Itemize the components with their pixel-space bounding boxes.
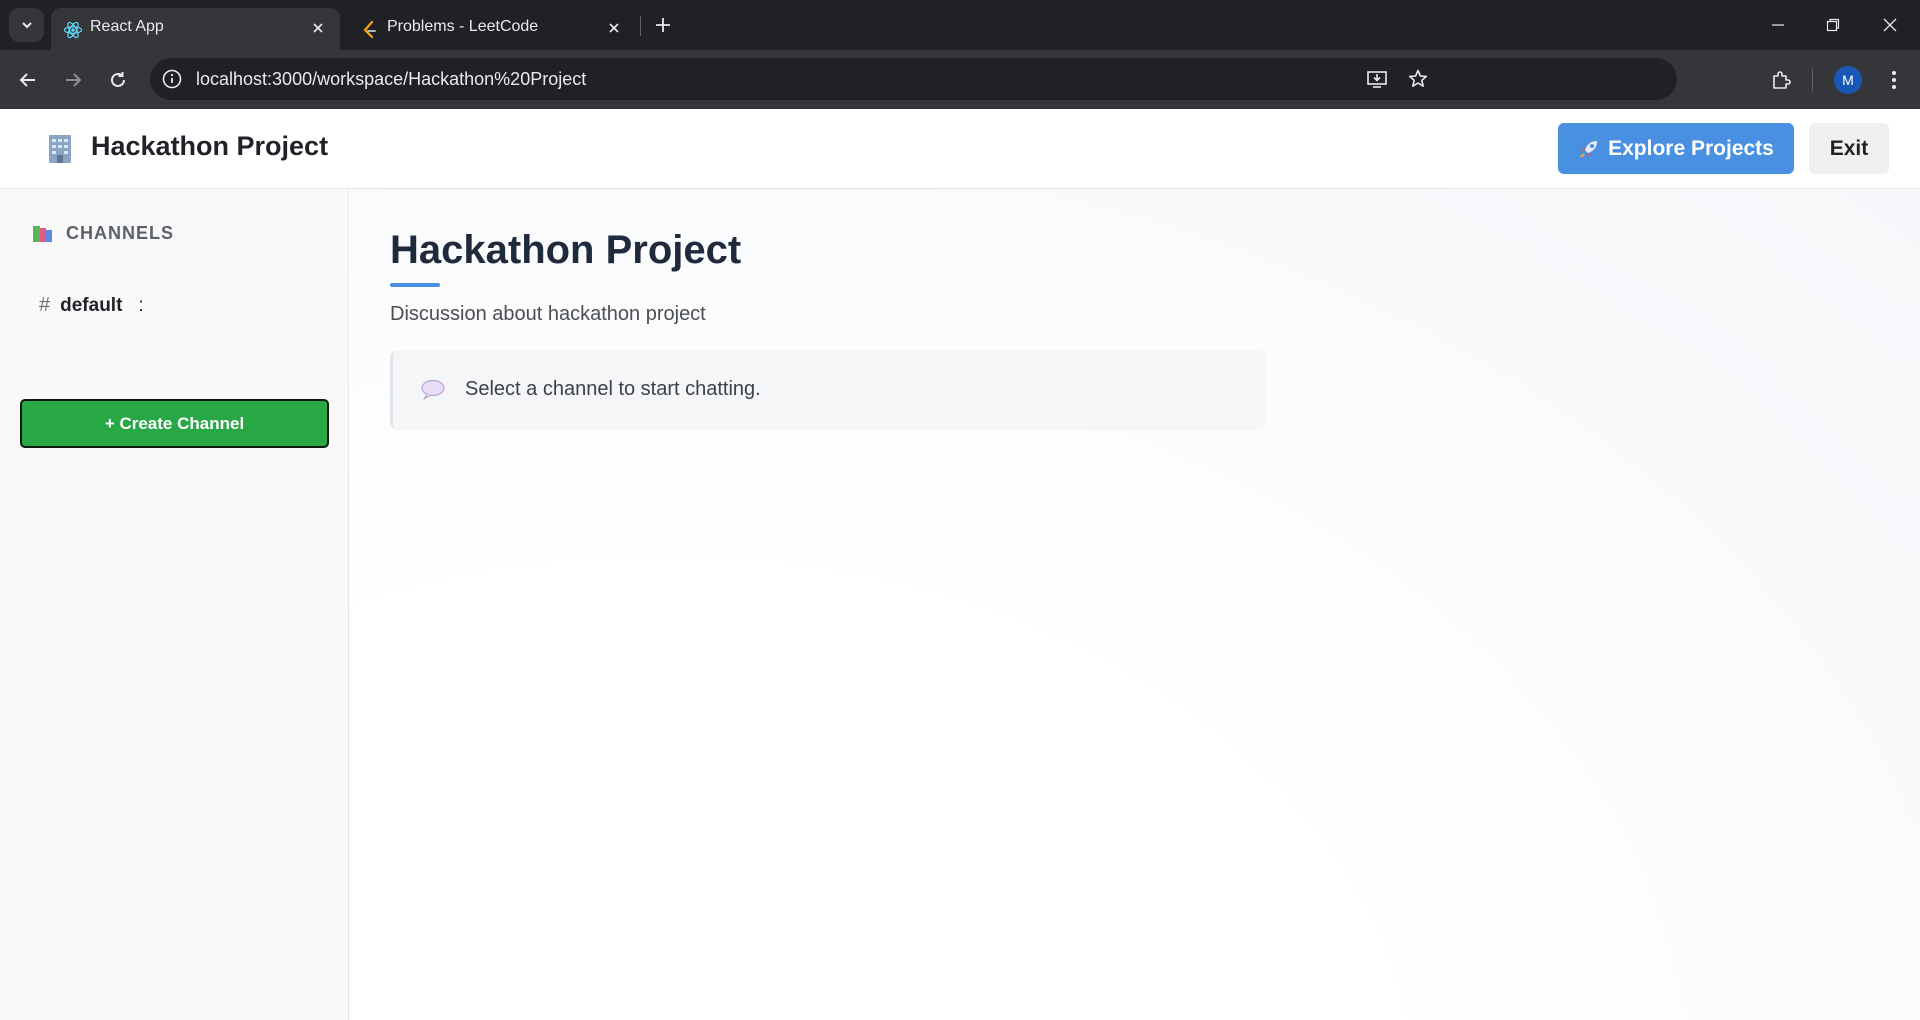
url-text[interactable]: localhost:3000/workspace/Hackathon%20Pro… [196,69,586,90]
main-content: Hackathon Project Discussion about hacka… [350,190,1920,1020]
empty-state-card: Select a channel to start chatting. [390,350,1266,430]
minimize-button[interactable] [1758,8,1798,42]
install-app-icon[interactable] [1365,67,1389,91]
channel-name: default [60,294,123,316]
plus-icon [656,18,670,32]
back-button[interactable] [13,65,43,95]
browser-tab-react-app[interactable]: React App [51,8,340,50]
browser-tab-leetcode[interactable]: Problems - LeetCode [348,8,636,50]
workspace-description: Discussion about hackathon project [390,303,706,325]
app-header: Hackathon Project Explore Projects Exit [0,109,1920,189]
channels-header: CHANNELS [32,223,174,244]
arrow-right-icon [66,73,82,87]
close-window-button[interactable] [1870,8,1910,42]
extensions-icon[interactable] [1767,66,1795,94]
books-icon [33,225,52,242]
restore-button[interactable] [1813,8,1853,42]
rocket-icon [1580,140,1598,158]
tab-separator [640,16,641,36]
channel-options[interactable]: : [138,295,143,317]
channel-item[interactable]: # default : [39,294,144,317]
chevron-down-icon [21,22,32,29]
profile-avatar[interactable]: M [1834,66,1862,94]
tab-search-button[interactable] [9,8,44,42]
forward-button[interactable] [58,65,88,95]
title-underline [390,283,440,287]
reload-button[interactable] [103,65,133,95]
arrow-left-icon [19,73,35,87]
leetcode-icon [363,20,376,39]
office-building-icon [49,135,71,163]
tab-title: React App [90,18,164,35]
create-channel-button[interactable]: + Create Channel [20,399,329,448]
close-icon[interactable] [306,16,330,40]
browser-tabstrip: React App Problems - LeetCode [0,0,1920,50]
browser-toolbar: localhost:3000/workspace/Hackathon%20Pro… [0,50,1920,109]
hash-icon: # [39,294,51,316]
empty-state-message: Select a channel to start chatting. [465,378,761,400]
explore-projects-label: Explore Projects [1608,136,1774,160]
explore-projects-button[interactable]: Explore Projects [1558,123,1794,174]
star-icon[interactable] [1406,67,1430,91]
toolbar-separator [1812,69,1813,91]
react-icon [63,21,83,39]
new-tab-button[interactable] [650,12,676,38]
more-menu-icon[interactable] [1880,66,1908,94]
minimize-icon [1772,24,1784,26]
info-icon[interactable] [161,68,183,90]
channels-sidebar: CHANNELS # default : + Create Channel [0,190,349,1020]
reload-icon [111,72,125,87]
close-icon[interactable] [602,16,626,40]
brand-title: Hackathon Project [91,131,329,161]
tab-title: Problems - LeetCode [387,18,539,35]
exit-button[interactable]: Exit [1809,123,1889,174]
close-icon [1883,18,1897,32]
channels-title: CHANNELS [66,223,175,243]
address-bar[interactable]: localhost:3000/workspace/Hackathon%20Pro… [150,58,1677,100]
speech-bubble-icon [421,379,445,400]
restore-icon [1826,18,1840,32]
page-title: Hackathon Project [390,228,742,272]
